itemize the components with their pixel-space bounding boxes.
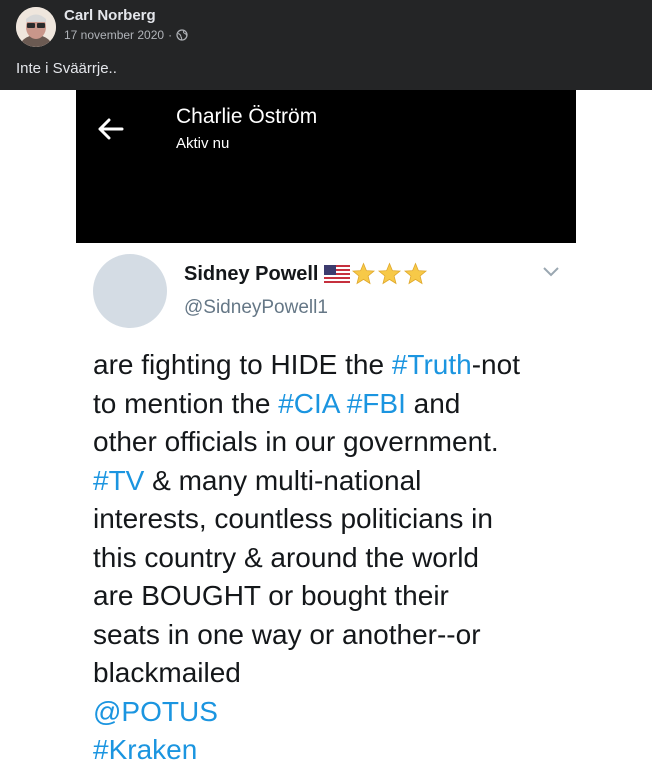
tweet-line: interests, countless politicians in: [93, 500, 571, 539]
tweet-line: to mention the #CIA #FBI and: [93, 385, 571, 424]
tweet-text-segment: are BOUGHT or bought their: [93, 580, 449, 611]
star-icon: [378, 262, 402, 285]
tweet-text-segment: and: [405, 387, 461, 419]
avatar[interactable]: [16, 7, 56, 47]
post-meta: 17 november 2020 ·: [64, 28, 188, 42]
tweet-text-segment: -not: [471, 349, 520, 380]
tweet-author-name: Sidney Powell: [184, 262, 319, 285]
arrow-left-icon: [98, 118, 124, 140]
hashtag-link[interactable]: #Truth: [392, 349, 472, 380]
tweet-text-segment: this country & around the world: [93, 541, 479, 573]
globe-icon: [176, 29, 188, 41]
star-icon: [404, 262, 428, 285]
tweet-line: @POTUS: [93, 693, 571, 732]
mention-link[interactable]: @POTUS: [93, 696, 218, 727]
tweet-line: #TV & many multi-national: [93, 462, 571, 501]
tweet-text-segment: & many multi-national: [144, 464, 422, 496]
tweet-line: #Kraken: [93, 731, 571, 770]
hashtag-link[interactable]: #Kraken: [93, 734, 197, 765]
tweet-text-segment: to mention the: [93, 387, 279, 419]
hashtag-link[interactable]: #FBI: [347, 388, 406, 419]
post-date[interactable]: 17 november 2020: [64, 28, 164, 42]
post-author[interactable]: Carl Norberg: [64, 7, 156, 24]
meta-separator: ·: [168, 28, 173, 42]
hashtag-link[interactable]: #CIA: [278, 388, 339, 419]
hashtag-link[interactable]: #TV: [93, 465, 144, 496]
tweet-line: blackmailed: [93, 654, 571, 693]
star-icon: [352, 262, 376, 285]
tweet-avatar: [93, 254, 167, 328]
tweet-author-row: Sidney Powell: [184, 262, 428, 286]
tweet-line: other officials in our government.: [93, 423, 571, 462]
tweet-text-segment: seats in one way or another--or: [93, 618, 481, 650]
tweet-line: this country & around the world: [93, 539, 571, 578]
chevron-down-icon: [543, 267, 559, 277]
shared-screenshot[interactable]: Charlie Öström Aktiv nu Sidney Powell @S…: [76, 90, 576, 775]
tweet-line: are BOUGHT or bought their: [93, 577, 571, 616]
contact-name: Charlie Öström: [176, 105, 318, 128]
tweet-text: are fighting to HIDE the #Truth-not to me…: [93, 346, 571, 770]
tweet-line: seats in one way or another--or: [93, 616, 571, 655]
facebook-post-header: Carl Norberg 17 november 2020 · Inte i S…: [0, 0, 652, 90]
messenger-header: Charlie Öström Aktiv nu: [76, 90, 576, 243]
tweet-line: are fighting to HIDE the #Truth-not: [93, 346, 571, 385]
tweet-handle: @SidneyPowell1: [184, 297, 328, 318]
contact-status: Aktiv nu: [176, 135, 230, 152]
tweet-text-segment: other officials in our government.: [93, 426, 499, 457]
tweet-text-segment: are fighting to HIDE the: [93, 349, 392, 380]
tweet-text-segment: [339, 388, 347, 419]
name-badges: [324, 262, 428, 286]
tweet-text-segment: blackmailed: [93, 657, 241, 688]
post-text: Inte i Sväärrje..: [16, 60, 117, 77]
us-flag-icon: [324, 265, 351, 283]
tweet-text-segment: interests, countless politicians in: [93, 503, 493, 534]
